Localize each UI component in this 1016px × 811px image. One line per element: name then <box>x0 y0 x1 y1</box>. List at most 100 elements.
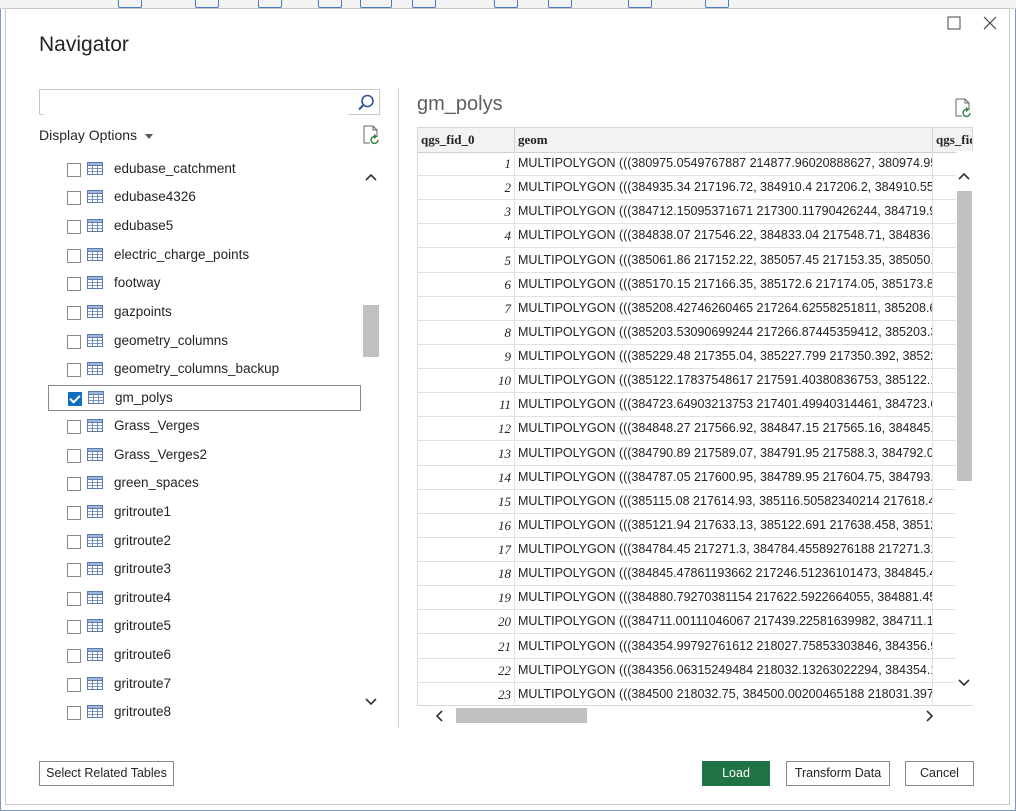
geom-cell[interactable]: MULTIPOLYGON (((385170.15 217166.35, 385… <box>515 272 933 296</box>
grid-hscroll-thumb[interactable] <box>456 708 587 723</box>
item-checkbox[interactable] <box>67 649 81 663</box>
scroll-right-icon[interactable] <box>923 710 935 722</box>
geom-cell[interactable]: MULTIPOLYGON (((384838.07 217546.22, 384… <box>515 224 933 248</box>
row-id-cell[interactable]: 7 <box>418 296 515 320</box>
list-item[interactable]: gm_polys <box>48 385 361 411</box>
geom-cell[interactable]: MULTIPOLYGON (((384880.79270381154 21762… <box>515 586 933 610</box>
row-id-cell[interactable]: 5 <box>418 248 515 272</box>
row-id-cell[interactable]: 9 <box>418 345 515 369</box>
list-item[interactable]: footway <box>48 271 361 297</box>
list-item[interactable]: gritroute1 <box>48 500 361 526</box>
load-button[interactable]: Load <box>702 761 770 786</box>
table-row[interactable]: 9 MULTIPOLYGON (((385229.48 217355.04, 38… <box>418 345 972 370</box>
geom-cell[interactable]: MULTIPOLYGON (((385121.94 217633.13, 385… <box>515 513 933 537</box>
geom-cell[interactable]: MULTIPOLYGON (((384935.34 217196.72, 384… <box>515 176 933 200</box>
item-checkbox[interactable] <box>67 592 81 606</box>
table-row[interactable]: 16 MULTIPOLYGON (((385121.94 217633.13, 3… <box>418 513 972 538</box>
grid-vertical-scrollbar[interactable] <box>956 151 973 705</box>
table-row[interactable]: 15 MULTIPOLYGON (((385115.08 217614.93, 3… <box>418 489 972 514</box>
list-scrollbar[interactable] <box>362 155 380 725</box>
row-id-cell[interactable]: 20 <box>418 610 515 634</box>
geom-cell[interactable]: MULTIPOLYGON (((384356.06315249484 21803… <box>515 658 933 682</box>
item-checkbox[interactable] <box>67 363 81 377</box>
row-id-cell[interactable]: 23 <box>418 682 515 705</box>
search-input[interactable] <box>44 91 348 115</box>
geom-cell[interactable]: MULTIPOLYGON (((384784.45 217271.3, 3847… <box>515 538 933 562</box>
item-checkbox[interactable] <box>67 620 81 634</box>
geom-cell[interactable]: MULTIPOLYGON (((385115.08 217614.93, 385… <box>515 489 933 513</box>
geom-cell[interactable]: MULTIPOLYGON (((384354.99792761612 21802… <box>515 634 933 658</box>
list-item[interactable]: gritroute4 <box>48 586 361 612</box>
list-item[interactable]: gritroute7 <box>48 672 361 698</box>
geom-cell[interactable]: MULTIPOLYGON (((384787.05 217600.95, 384… <box>515 465 933 489</box>
transform-data-button[interactable]: Transform Data <box>786 761 890 786</box>
item-checkbox[interactable] <box>67 306 81 320</box>
table-row[interactable]: 20 MULTIPOLYGON (((384711.00111046067 217… <box>418 610 972 635</box>
geom-cell[interactable]: MULTIPOLYGON (((385229.48 217355.04, 385… <box>515 345 933 369</box>
column-header[interactable]: qgs_fid_0 <box>418 128 515 152</box>
geom-cell[interactable]: MULTIPOLYGON (((384848.27 217566.92, 384… <box>515 417 933 441</box>
row-id-cell[interactable]: 12 <box>418 417 515 441</box>
list-item[interactable]: geometry_columns <box>48 329 361 355</box>
table-row[interactable]: 23 MULTIPOLYGON (((384500 218032.75, 3845… <box>418 682 972 705</box>
table-row[interactable]: 3 MULTIPOLYGON (((384712.15095371671 2173… <box>418 200 972 225</box>
maximize-icon[interactable] <box>944 13 964 33</box>
geom-cell[interactable]: MULTIPOLYGON (((384711.00111046067 21743… <box>515 610 933 634</box>
row-id-cell[interactable]: 19 <box>418 586 515 610</box>
geom-cell[interactable]: MULTIPOLYGON (((385208.42746260465 21726… <box>515 296 933 320</box>
list-item[interactable]: green_spaces <box>48 471 361 497</box>
search-icon[interactable] <box>356 93 376 113</box>
geom-cell[interactable]: MULTIPOLYGON (((384790.89 217589.07, 384… <box>515 441 933 465</box>
column-header[interactable]: geom <box>515 128 933 152</box>
scroll-up-icon[interactable] <box>365 172 377 184</box>
geom-cell[interactable]: MULTIPOLYGON (((385061.86 217152.22, 385… <box>515 248 933 272</box>
list-item[interactable]: edubase5 <box>48 214 361 240</box>
row-id-cell[interactable]: 6 <box>418 272 515 296</box>
table-row[interactable]: 18 MULTIPOLYGON (((384845.47861193662 217… <box>418 562 972 587</box>
list-item[interactable]: Grass_Verges2 <box>48 443 361 469</box>
table-row[interactable]: 19 MULTIPOLYGON (((384880.79270381154 217… <box>418 586 972 611</box>
list-item[interactable]: gazpoints <box>48 300 361 326</box>
row-id-cell[interactable]: 8 <box>418 320 515 344</box>
display-options-button[interactable]: Display Options <box>39 127 154 143</box>
row-id-cell[interactable]: 17 <box>418 538 515 562</box>
table-row[interactable]: 11 MULTIPOLYGON (((384723.64903213753 217… <box>418 393 972 418</box>
table-row[interactable]: 8 MULTIPOLYGON (((385203.53090699244 2172… <box>418 320 972 345</box>
item-checkbox[interactable] <box>67 191 81 205</box>
grid-horizontal-scrollbar[interactable] <box>418 706 956 725</box>
list-item[interactable]: gritroute2 <box>48 529 361 555</box>
table-row[interactable]: 6 MULTIPOLYGON (((385170.15 217166.35, 38… <box>418 272 972 297</box>
row-id-cell[interactable]: 22 <box>418 658 515 682</box>
row-id-cell[interactable]: 1 <box>418 152 515 175</box>
item-checkbox[interactable] <box>67 535 81 549</box>
refresh-icon[interactable] <box>954 98 972 118</box>
row-id-cell[interactable]: 18 <box>418 562 515 586</box>
select-related-tables-button[interactable]: Select Related Tables <box>39 761 174 786</box>
grid-scrollbar-thumb[interactable] <box>957 191 972 481</box>
table-row[interactable]: 12 MULTIPOLYGON (((384848.27 217566.92, 3… <box>418 417 972 442</box>
item-checkbox[interactable] <box>67 420 81 434</box>
geom-cell[interactable]: MULTIPOLYGON (((380975.0549767887 214877… <box>515 152 933 175</box>
row-id-cell[interactable]: 15 <box>418 489 515 513</box>
refresh-icon[interactable] <box>362 125 380 145</box>
close-icon[interactable] <box>980 13 1000 33</box>
column-header[interactable]: qgs_fid <box>933 128 972 152</box>
item-checkbox[interactable] <box>67 335 81 349</box>
geom-cell[interactable]: MULTIPOLYGON (((384712.15095371671 21730… <box>515 200 933 224</box>
table-row[interactable]: 1 MULTIPOLYGON (((380975.0549767887 21487… <box>418 152 972 176</box>
scroll-down-icon[interactable] <box>365 695 377 707</box>
list-item[interactable]: geometry_columns_backup <box>48 357 361 383</box>
list-item[interactable]: edubase4326 <box>48 185 361 211</box>
list-item[interactable]: electric_charge_points <box>48 243 361 269</box>
cancel-button[interactable]: Cancel <box>905 761 974 786</box>
row-id-cell[interactable]: 2 <box>418 176 515 200</box>
item-checkbox[interactable] <box>67 706 81 720</box>
geom-cell[interactable]: MULTIPOLYGON (((384723.64903213753 21740… <box>515 393 933 417</box>
item-checkbox[interactable] <box>67 449 81 463</box>
item-checkbox[interactable] <box>67 163 81 177</box>
scroll-down-icon[interactable] <box>958 676 970 688</box>
table-row[interactable]: 10 MULTIPOLYGON (((385122.17837548617 217… <box>418 369 972 394</box>
list-item[interactable]: gritroute5 <box>48 614 361 640</box>
table-row[interactable]: 13 MULTIPOLYGON (((384790.89 217589.07, 3… <box>418 441 972 466</box>
geom-cell[interactable]: MULTIPOLYGON (((384500 218032.75, 384500… <box>515 682 933 705</box>
